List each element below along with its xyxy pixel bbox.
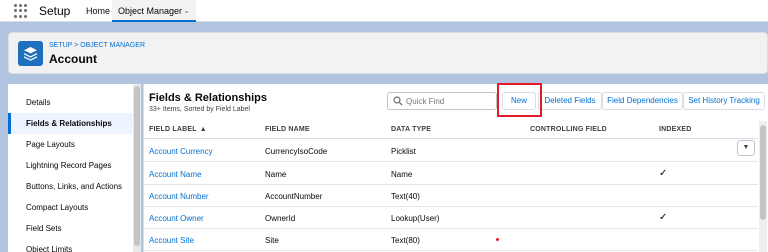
- sidebar-item-compact-layouts[interactable]: Compact Layouts: [8, 197, 138, 218]
- table-row: Account Name Name Name ✓: [144, 163, 758, 185]
- table-header: FIELD LABEL ▲ FIELD NAME DATA TYPE CONTRO…: [144, 121, 758, 139]
- column-header-indexed[interactable]: INDEXED: [659, 126, 692, 133]
- nav-tab-object-manager[interactable]: Object Manager ⌄: [112, 0, 196, 22]
- section-subtitle: 33+ Items, Sorted by Field Label: [149, 106, 250, 113]
- sidebar-item-lightning-record-pages[interactable]: Lightning Record Pages: [8, 155, 138, 176]
- page-title: Account: [49, 52, 97, 66]
- sidebar-item-object-limits[interactable]: Object Limits: [8, 239, 138, 252]
- app-launcher-icon[interactable]: [14, 4, 28, 18]
- page-header: SETUP > OBJECT MANAGER Account: [8, 32, 768, 74]
- indexed-check-icon: ✓: [659, 212, 668, 223]
- quick-find-box[interactable]: [387, 92, 497, 110]
- fields-panel: Fields & Relationships 33+ Items, Sorted…: [143, 83, 768, 252]
- quick-find-input[interactable]: [406, 95, 494, 107]
- field-label-link[interactable]: Account Owner: [149, 214, 204, 223]
- data-type-cell: Picklist: [391, 147, 416, 156]
- nav-tab-object-manager-label: Object Manager: [118, 6, 183, 16]
- column-header-controlling-field[interactable]: CONTROLLING FIELD: [530, 126, 607, 133]
- table-row: Account Owner OwnerId Lookup(User) ✓: [144, 207, 758, 229]
- section-title: Fields & Relationships: [149, 92, 267, 104]
- search-icon: [393, 96, 403, 106]
- field-name-cell: Site: [265, 236, 279, 245]
- field-name-cell: OwnerId: [265, 214, 296, 223]
- top-navigation-bar: Setup Home Object Manager ⌄: [0, 0, 768, 22]
- sidebar-item-buttons-links-actions[interactable]: Buttons, Links, and Actions: [8, 176, 138, 197]
- sort-ascending-icon: ▲: [199, 126, 207, 133]
- table-row: Account Site Site Text(80): [144, 229, 758, 251]
- column-header-field-label[interactable]: FIELD LABEL ▲: [149, 126, 207, 133]
- table-scrollbar-thumb[interactable]: [760, 125, 766, 220]
- sidebar-item-field-sets[interactable]: Field Sets: [8, 218, 138, 239]
- table-scrollbar[interactable]: [759, 121, 767, 252]
- new-button-highlight-box: [497, 83, 542, 117]
- table-row: Account Currency CurrencyIsoCode Picklis…: [144, 140, 758, 162]
- nav-tab-home[interactable]: Home: [80, 0, 116, 22]
- field-label-link[interactable]: Account Site: [149, 236, 194, 245]
- field-label-link[interactable]: Account Name: [149, 170, 201, 179]
- object-layers-icon: [18, 41, 43, 66]
- sidebar: Details Fields & Relationships Page Layo…: [8, 84, 138, 252]
- column-header-field-name[interactable]: FIELD NAME: [265, 126, 310, 133]
- app-name: Setup: [39, 4, 71, 18]
- field-name-cell: Name: [265, 170, 287, 179]
- sidebar-scrollbar[interactable]: [133, 84, 141, 252]
- sidebar-scrollbar-thumb[interactable]: [134, 86, 140, 246]
- data-type-cell: Lookup(User): [391, 214, 440, 223]
- breadcrumb[interactable]: SETUP > OBJECT MANAGER: [49, 42, 145, 49]
- field-label-link[interactable]: Account Currency: [149, 147, 213, 156]
- sidebar-item-page-layouts[interactable]: Page Layouts: [8, 134, 138, 155]
- table-row: Account Number AccountNumber Text(40): [144, 185, 758, 207]
- data-type-cell: Text(80): [391, 236, 420, 245]
- sidebar-item-fields-relationships[interactable]: Fields & Relationships: [8, 113, 138, 134]
- deleted-fields-button[interactable]: Deleted Fields: [538, 92, 602, 110]
- indexed-check-icon: ✓: [659, 168, 668, 179]
- field-name-cell: CurrencyIsoCode: [265, 147, 328, 156]
- row-actions-dropdown-icon[interactable]: ▼: [737, 140, 755, 156]
- chevron-down-icon[interactable]: ⌄: [183, 0, 190, 22]
- column-header-field-label-text: FIELD LABEL: [149, 126, 197, 133]
- data-type-cell: Text(40): [391, 192, 420, 201]
- field-name-cell: AccountNumber: [265, 192, 323, 201]
- column-header-data-type[interactable]: DATA TYPE: [391, 126, 431, 133]
- field-dependencies-button[interactable]: Field Dependencies: [602, 92, 683, 110]
- cursor-marker: [496, 238, 499, 241]
- set-history-tracking-button[interactable]: Set History Tracking: [683, 92, 765, 110]
- field-label-link[interactable]: Account Number: [149, 192, 209, 201]
- sidebar-item-details[interactable]: Details: [8, 92, 138, 113]
- data-type-cell: Name: [391, 170, 413, 179]
